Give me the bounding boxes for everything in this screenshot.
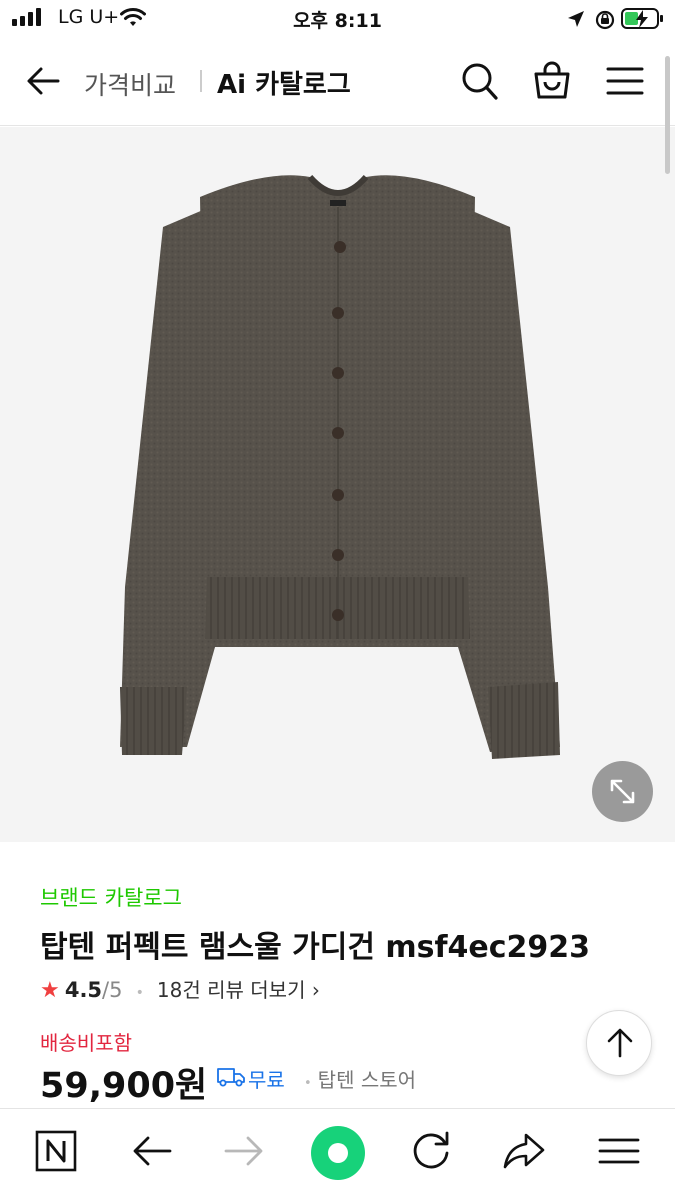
green-dot-button[interactable] bbox=[311, 1126, 365, 1180]
separator-dot: • bbox=[304, 1076, 312, 1091]
rating-score: 4.5 bbox=[64, 978, 103, 1002]
store-name-label: 탑텐 스토어 bbox=[317, 1068, 417, 1092]
arrow-up-icon bbox=[607, 1028, 633, 1058]
store-name[interactable]: • 탑텐 스토어 bbox=[304, 1064, 416, 1093]
page-scrollbar[interactable] bbox=[665, 56, 670, 174]
review-link-label: 18건 리뷰 더보기 bbox=[156, 978, 306, 1002]
back-icon[interactable] bbox=[130, 1129, 174, 1173]
rating-total: /5 bbox=[102, 978, 123, 1002]
menu-icon[interactable] bbox=[606, 66, 644, 96]
shipping-note: 배송비포함 bbox=[40, 1031, 132, 1055]
product-title: 탑텐 퍼펙트 램스울 가디건 msf4ec2923 bbox=[40, 930, 591, 965]
naver-home-icon[interactable] bbox=[34, 1129, 78, 1173]
search-icon[interactable] bbox=[461, 62, 499, 102]
review-link[interactable]: 18건 리뷰 더보기 › bbox=[157, 978, 320, 1002]
shopping-bag-icon[interactable] bbox=[532, 60, 572, 100]
status-bar: LG U+ 오후 8:11 bbox=[0, 0, 675, 40]
brand-catalog-link[interactable]: 브랜드 카탈로그 bbox=[40, 882, 182, 912]
location-icon bbox=[568, 11, 584, 27]
cardigan-image bbox=[120, 174, 560, 759]
delivery-truck-icon bbox=[217, 1068, 245, 1087]
product-image[interactable] bbox=[0, 56, 675, 842]
rating-row: ★ 4.5/5 • 18건 리뷰 더보기 › bbox=[40, 974, 320, 1003]
separator-dot: • bbox=[135, 985, 144, 1001]
free-delivery-badge: 무료 bbox=[248, 1068, 285, 1092]
back-arrow-icon[interactable] bbox=[26, 66, 60, 96]
breadcrumb-divider bbox=[200, 70, 202, 92]
share-icon[interactable] bbox=[502, 1129, 546, 1173]
expand-image-button[interactable] bbox=[592, 761, 653, 822]
star-icon: ★ bbox=[40, 978, 60, 1003]
green-dot-icon bbox=[328, 1143, 348, 1163]
browser-toolbar bbox=[0, 1108, 675, 1200]
breadcrumb-price-compare[interactable]: 가격비교 bbox=[84, 66, 176, 102]
product-price: 59,900원 bbox=[40, 1066, 208, 1106]
header-bar: 가격비교 Ai 카탈로그 bbox=[0, 40, 675, 126]
page-title: Ai 카탈로그 bbox=[217, 70, 351, 100]
battery-icon bbox=[621, 8, 663, 29]
orientation-lock-icon bbox=[595, 10, 615, 30]
menu-icon[interactable] bbox=[597, 1129, 641, 1173]
scroll-to-top-button[interactable] bbox=[586, 1010, 652, 1076]
forward-icon[interactable] bbox=[222, 1129, 266, 1173]
expand-icon bbox=[610, 779, 635, 804]
chevron-right-icon: › bbox=[305, 978, 320, 1002]
reload-icon[interactable] bbox=[409, 1129, 453, 1173]
